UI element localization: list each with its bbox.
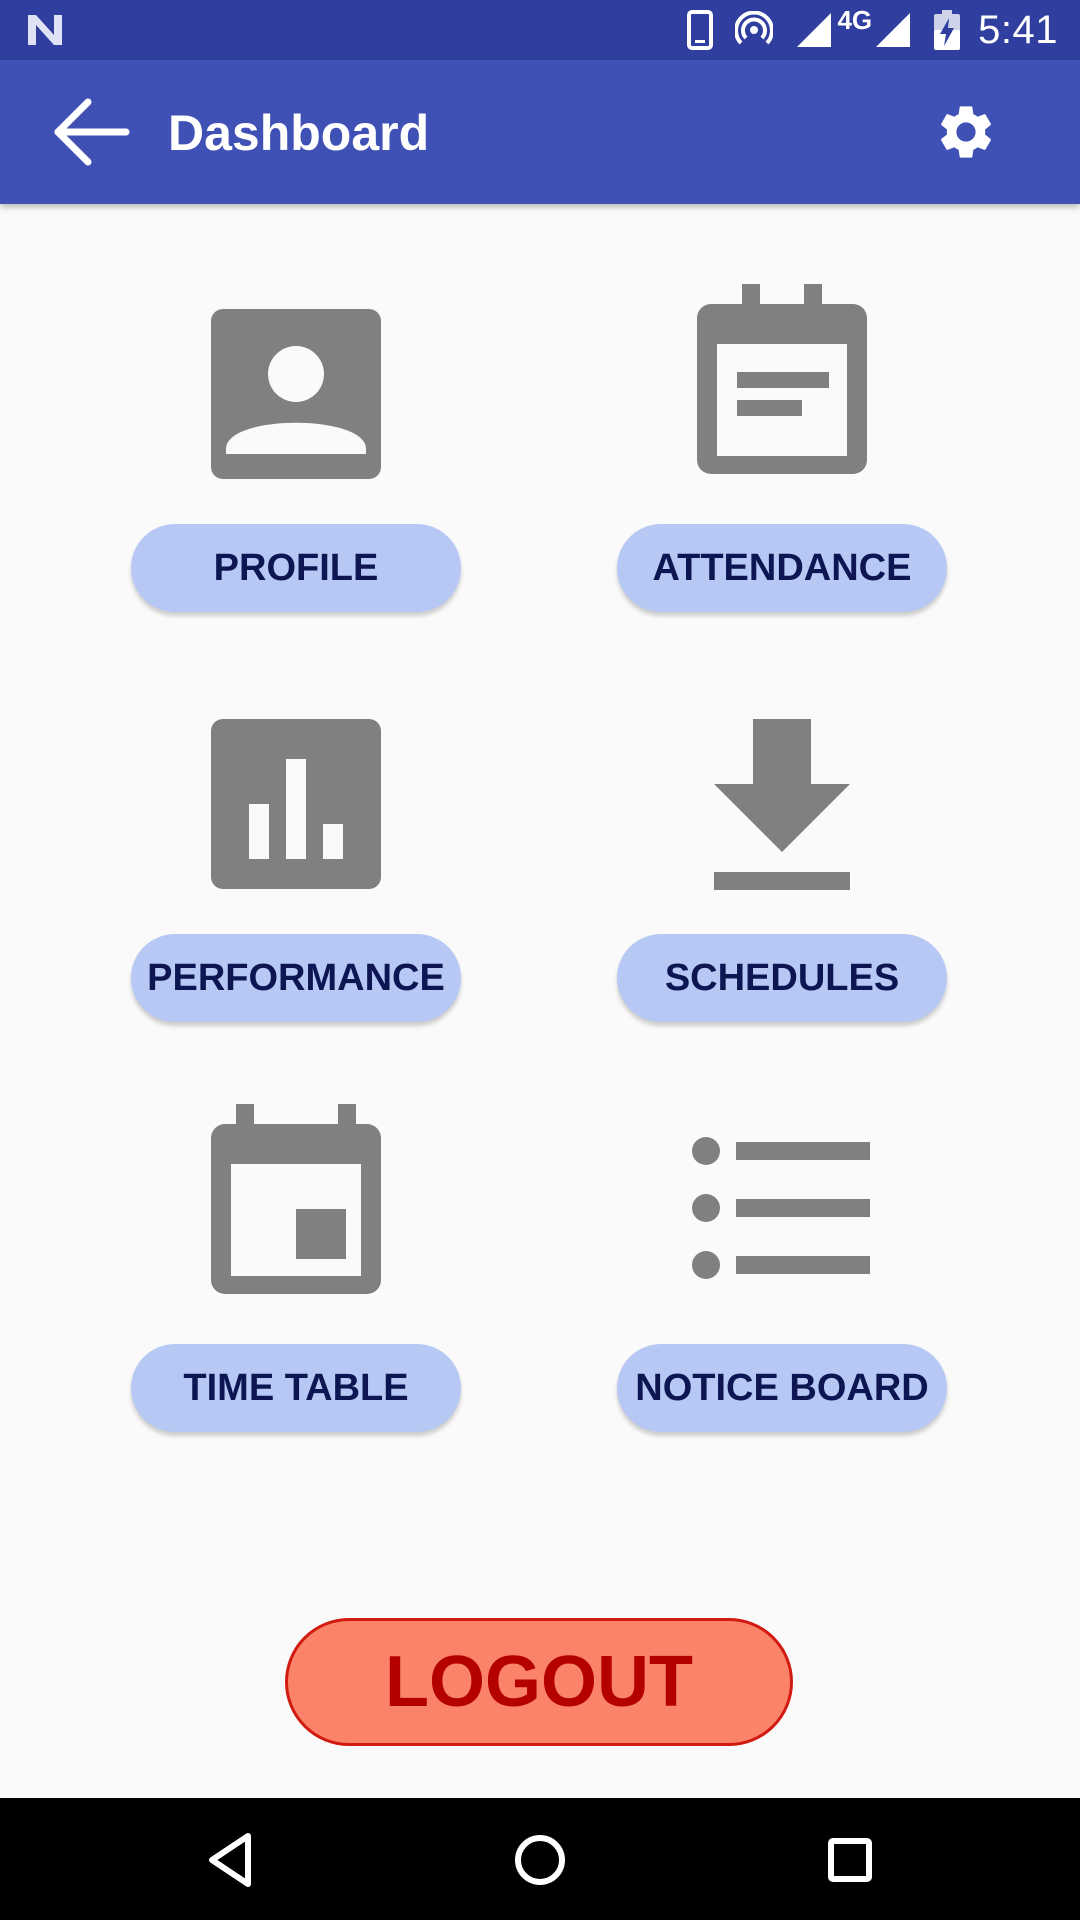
calendar-today-icon bbox=[211, 1104, 381, 1294]
profile-icon bbox=[211, 309, 381, 479]
signal-icon bbox=[795, 11, 833, 49]
profile-button[interactable]: PROFILE bbox=[131, 524, 461, 612]
app-bar: Dashboard bbox=[0, 60, 1080, 204]
nav-back-button[interactable] bbox=[198, 1828, 262, 1892]
notification-n-icon bbox=[26, 13, 64, 47]
performance-button[interactable]: PERFORMANCE bbox=[131, 934, 461, 1022]
phone-icon bbox=[687, 10, 714, 50]
battery-charging-icon bbox=[934, 10, 961, 50]
back-triangle-icon bbox=[209, 1833, 251, 1887]
nav-home-button[interactable] bbox=[508, 1828, 572, 1892]
signal-icon-2 bbox=[874, 11, 912, 49]
back-button[interactable] bbox=[52, 98, 132, 166]
system-nav-bar bbox=[0, 1798, 1080, 1920]
schedules-button[interactable]: SCHEDULES bbox=[617, 934, 947, 1022]
gear-icon bbox=[941, 106, 991, 158]
network-type: 4G bbox=[837, 4, 873, 35]
recents-square-icon bbox=[828, 1838, 872, 1882]
status-clock: 5:41 bbox=[978, 7, 1058, 52]
calendar-event-icon bbox=[697, 284, 867, 474]
hotspot-icon bbox=[735, 11, 774, 49]
bar-chart-icon bbox=[211, 719, 381, 889]
status-bar: 4G 5:41 bbox=[0, 0, 1080, 60]
notice-board-button[interactable]: NOTICE BOARD bbox=[617, 1344, 947, 1432]
attendance-button[interactable]: ATTENDANCE bbox=[617, 524, 947, 612]
download-icon bbox=[714, 719, 850, 890]
list-icon bbox=[692, 1137, 870, 1279]
home-circle-icon bbox=[515, 1835, 565, 1885]
time-table-button[interactable]: TIME TABLE bbox=[131, 1344, 461, 1432]
arrow-back-icon bbox=[54, 98, 130, 166]
page-title: Dashboard bbox=[168, 105, 430, 161]
settings-button[interactable] bbox=[934, 100, 998, 164]
nav-recents-button[interactable] bbox=[818, 1828, 882, 1892]
logout-button[interactable]: LOGOUT bbox=[285, 1618, 793, 1746]
